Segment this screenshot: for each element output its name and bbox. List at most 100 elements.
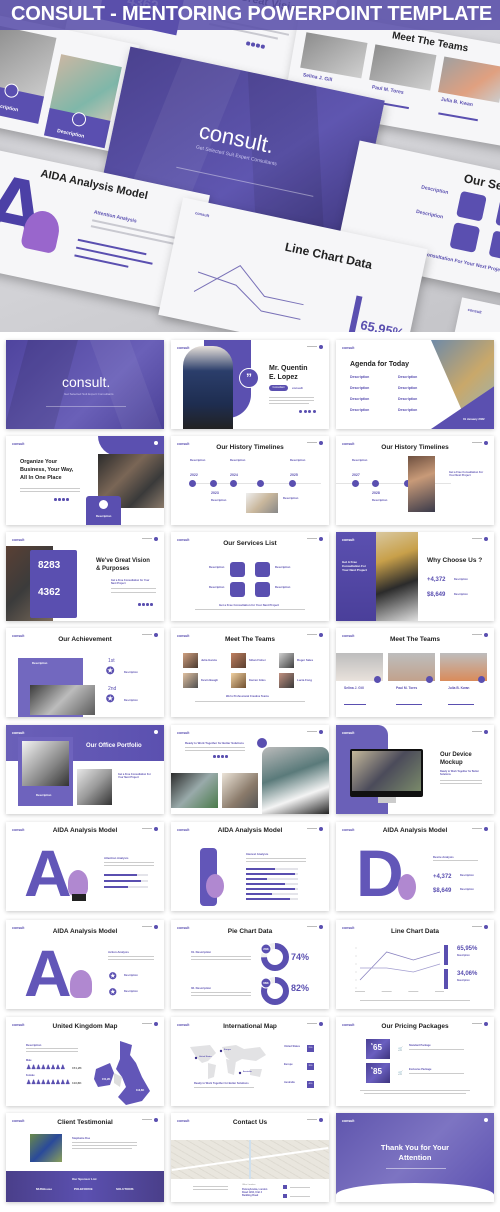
services-cta: Get a Free Consultation for Your Next Pr… bbox=[219, 603, 280, 607]
device-title-2: Mockup bbox=[440, 760, 463, 766]
agenda-item: Description bbox=[350, 386, 370, 390]
bar bbox=[104, 886, 129, 888]
testimonial-title: Client Testimonial bbox=[57, 1119, 113, 1126]
slide-vision[interactable]: consult 8283 4362 We've Great Vision & P… bbox=[6, 532, 164, 621]
teams1-cta: We're Professional Creative Teams bbox=[226, 695, 269, 698]
uk-group-label: Male bbox=[26, 1059, 32, 1062]
uk-group-value: 151,2K bbox=[72, 1066, 82, 1070]
vision-stat-2: 4362 bbox=[38, 587, 61, 598]
pie-label-1: 01. Description bbox=[191, 950, 212, 954]
ribbon-icon: ✪ bbox=[109, 987, 117, 997]
rank-2-label: Description bbox=[124, 699, 138, 702]
agenda-item: Description bbox=[350, 397, 370, 401]
slide-portfolio[interactable]: consult Our Office Portfolio Description… bbox=[6, 725, 164, 814]
page: 8283 4362 We've Great Vision & Purposes … bbox=[0, 0, 500, 1212]
team2-member: Julia B. Kwan bbox=[448, 686, 470, 690]
cover-title: consult. bbox=[62, 374, 111, 390]
why-side-text: Get A Free Consultation For Your Next Pr… bbox=[342, 560, 367, 572]
slide-teams-1[interactable]: consult Meet The Teams Julia Garcia Siha… bbox=[171, 628, 329, 717]
slide-testimonial[interactable]: consult Client Testimonial Stephanie Doe… bbox=[6, 1113, 164, 1202]
world-title: International Map bbox=[223, 1023, 277, 1030]
aida-a2-title: AIDA Analysis Model bbox=[52, 928, 118, 935]
service-label: Description bbox=[209, 585, 225, 589]
aida-a2-label: Description bbox=[124, 990, 138, 993]
region-badge: 40% bbox=[307, 1081, 314, 1088]
client-photo bbox=[30, 1134, 62, 1162]
slide-organize[interactable]: consult Description Organize Your Busine… bbox=[6, 436, 164, 525]
portfolio-cta: Get a Free Consultation For Your Next Pr… bbox=[118, 773, 151, 779]
logo: consult bbox=[12, 442, 25, 446]
x-tick-label bbox=[381, 991, 392, 992]
bar bbox=[246, 878, 267, 880]
slide-aida-i[interactable]: consult AIDA Analysis Model Interest Ana… bbox=[171, 822, 329, 911]
slide-aida-d[interactable]: consult AIDA Analysis Model D Desire Ana… bbox=[336, 822, 494, 911]
consultant-button[interactable]: Consultant bbox=[269, 385, 288, 391]
slide-gallery[interactable]: consult Ready to Work Together for Bette… bbox=[171, 725, 329, 814]
team-member: Sihan Fisher bbox=[249, 658, 266, 662]
agenda-title: Agenda for Today bbox=[350, 361, 409, 368]
agenda-item: Description bbox=[398, 397, 418, 401]
slide-cover[interactable]: consult. Get Selected Suit Expert Consul… bbox=[6, 340, 164, 429]
slide-thanks[interactable]: consult Thank You for Your Attention bbox=[336, 1113, 494, 1202]
device-cta: Ready to Work Together for Better Soluti… bbox=[440, 770, 479, 776]
aida-i-sub: Interest Analysis bbox=[246, 852, 269, 856]
bar bbox=[246, 868, 275, 870]
slide-line[interactable]: consult Line Chart Data 65,95% 34,06% De… bbox=[336, 920, 494, 1009]
slide-why[interactable]: consult Get A Free Consultation For Your… bbox=[336, 532, 494, 621]
line-series bbox=[359, 951, 441, 981]
vision-title-2: & Purposes bbox=[96, 566, 130, 572]
teams2-title: Meet The Teams bbox=[389, 636, 441, 643]
pie-title: Pie Chart Data bbox=[227, 928, 273, 935]
person-photo bbox=[183, 346, 233, 429]
organize-title-3: All In One Place bbox=[20, 475, 62, 481]
portfolio-title: Our Office Portfolio bbox=[86, 743, 142, 749]
slide-services[interactable]: consult Our Services List Description De… bbox=[171, 532, 329, 621]
slide-world-map[interactable]: consult International Map Europe United … bbox=[171, 1017, 329, 1106]
slide-contact[interactable]: consult Contact Us Office Location Penns… bbox=[171, 1113, 329, 1202]
price-value: 65 bbox=[373, 1043, 382, 1052]
hero-member-3: Julia B. Kwan bbox=[440, 96, 474, 109]
bar bbox=[246, 883, 285, 885]
hero-linechart-logo: consult bbox=[194, 210, 210, 219]
slide-quote[interactable]: consult ” Mr. Quentin E. Lopez Consultan… bbox=[171, 340, 329, 429]
region-name: Australia bbox=[284, 1081, 295, 1084]
banner-title: CONSULT - MENTORING POWERPOINT TEMPLATE bbox=[11, 3, 493, 25]
service-label: Description bbox=[275, 565, 291, 569]
people-icons: ♟♟♟♟♟♟♟♟♟ bbox=[26, 1080, 70, 1086]
history-year: 2022 bbox=[190, 473, 198, 477]
region-badge: 25% bbox=[307, 1045, 314, 1052]
pie-value-2: 82% bbox=[291, 983, 310, 993]
people-icons: ♟♟♟♟♟♟♟♟ bbox=[26, 1065, 66, 1071]
slide-teams-2[interactable]: consult Meet The Teams Selina J. Gill Pa… bbox=[336, 628, 494, 717]
line-series bbox=[360, 963, 441, 973]
achievement-title: Our Achievement bbox=[58, 636, 112, 643]
slide-uk-map[interactable]: consult United Kingdom Map Description M… bbox=[6, 1017, 164, 1106]
x-tick-label bbox=[408, 991, 419, 992]
slide-pricing[interactable]: consult Our Pricing Packages $ 65 $ 85 🛒… bbox=[336, 1017, 494, 1106]
slide-history-1[interactable]: consult Our History Timelines 2022 2023 … bbox=[171, 436, 329, 525]
uk-map bbox=[94, 1041, 150, 1105]
logo: consult bbox=[342, 538, 355, 542]
slide-device[interactable]: consult Our Device Mockup Ready to Work … bbox=[336, 725, 494, 814]
sponsors-title: Our Sponsor List bbox=[72, 1177, 97, 1181]
service-label: Description bbox=[275, 585, 291, 589]
team-member: Lucia Fong bbox=[297, 678, 312, 682]
region-value: 35% bbox=[308, 1065, 313, 1067]
rank-1-label: Description bbox=[124, 671, 138, 674]
cart-icon: 🛒 bbox=[398, 1070, 403, 1075]
vision-stat-1: 8283 bbox=[38, 560, 61, 571]
slide-achievement[interactable]: consult Our Achievement Description 1st … bbox=[6, 628, 164, 717]
slide-aida-a2[interactable]: consult AIDA Analysis Model A Action Ana… bbox=[6, 920, 164, 1009]
region-badge: 35% bbox=[307, 1063, 314, 1070]
hero-member-2: Paul M. Tores bbox=[371, 84, 405, 96]
slide-agenda[interactable]: consult 01 January 2022 Agenda for Today… bbox=[336, 340, 494, 429]
ribbon-icon: ✪ bbox=[106, 666, 115, 677]
bar bbox=[104, 880, 142, 882]
device-title-1: Our Device bbox=[440, 752, 472, 758]
slides-grid: consult. Get Selected Suit Expert Consul… bbox=[0, 332, 500, 1212]
logo: consult bbox=[12, 538, 25, 542]
slide-pie[interactable]: consult Pie Chart Data 01. Description 0… bbox=[171, 920, 329, 1009]
slide-history-2[interactable]: consult Our History Timelines 2027 2028 … bbox=[336, 436, 494, 525]
history2-year: 2028 bbox=[372, 491, 380, 495]
slide-aida-a[interactable]: consult AIDA Analysis Model A Attention … bbox=[6, 822, 164, 911]
